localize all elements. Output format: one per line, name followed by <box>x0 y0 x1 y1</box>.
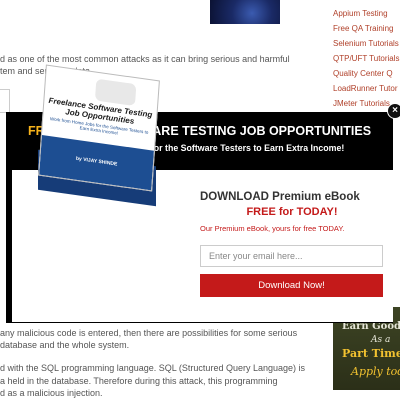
book-cover: Freelance Software Testing Job Opportuni… <box>38 64 160 192</box>
sidebar-link-free-qa[interactable]: Free QA Training <box>333 21 400 36</box>
ebook-cover-image: Freelance Software Testing Job Opportuni… <box>30 64 170 207</box>
page: d as one of the most common attacks as i… <box>0 0 400 400</box>
sidebar-link-quality-center[interactable]: Quality Center Q <box>333 66 400 81</box>
article-line: a held in the database. Therefore during… <box>0 376 278 386</box>
banner-line: Apply tod <box>351 365 400 378</box>
banner-line: Part Time T <box>342 347 400 360</box>
sidebar-links: Appium Testing Free QA Training Selenium… <box>333 0 400 111</box>
sidebar-link-loadrunner[interactable]: LoadRunner Tutor <box>333 81 400 96</box>
article-hero-image <box>210 0 280 24</box>
email-input[interactable] <box>200 245 383 267</box>
article-line: d as one of the most common attacks as i… <box>0 54 290 64</box>
article-line: d as a malicious injection. <box>0 388 103 398</box>
banner-line: As a <box>371 335 391 345</box>
popup-description: Our Premium eBook, yours for free TODAY. <box>200 224 345 233</box>
sidebar-link-qtp[interactable]: QTP/UFT Tutorials <box>333 51 400 66</box>
hand-icon <box>94 78 137 107</box>
close-icon[interactable]: × <box>387 103 400 119</box>
sidebar-link-appium[interactable]: Appium Testing <box>333 6 400 21</box>
free-title: FREE for TODAY! <box>246 206 338 218</box>
article-line: any malicious code is entered, then ther… <box>0 328 298 338</box>
article-line: database and the whole system. <box>0 340 130 350</box>
code-box-edge <box>0 89 10 113</box>
sidebar-link-selenium[interactable]: Selenium Tutorials <box>333 36 400 51</box>
download-title: DOWNLOAD Premium eBook <box>200 191 360 203</box>
download-now-button[interactable]: Download Now! <box>200 274 383 297</box>
article-line: d with the SQL programming language. SQL… <box>0 363 305 373</box>
